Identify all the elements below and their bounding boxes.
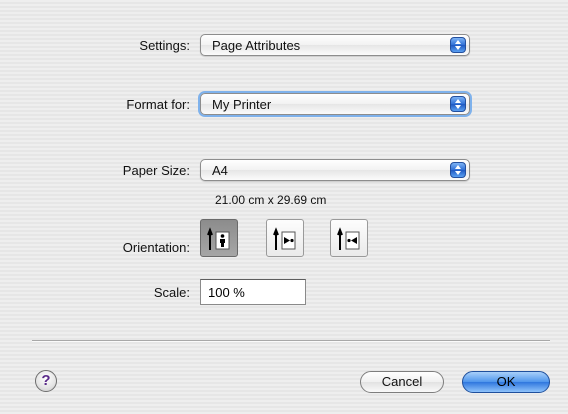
landscape-left-icon bbox=[273, 227, 296, 250]
settings-value: Page Attributes bbox=[212, 38, 301, 53]
cancel-button[interactable]: Cancel bbox=[360, 371, 444, 393]
scale-input[interactable] bbox=[200, 279, 306, 305]
format-for-label: Format for: bbox=[126, 97, 190, 112]
popup-arrows-icon bbox=[450, 37, 466, 53]
settings-label: Settings: bbox=[139, 38, 190, 53]
scale-label: Scale: bbox=[153, 285, 190, 300]
help-icon: ? bbox=[41, 372, 51, 389]
divider bbox=[32, 340, 550, 342]
popup-arrows-icon bbox=[450, 96, 466, 112]
paper-dimensions: 21.00 cm x 29.69 cm bbox=[215, 193, 327, 207]
popup-arrows-icon bbox=[450, 162, 466, 178]
orientation-landscape-right-button[interactable] bbox=[330, 219, 368, 257]
paper-size-label: Paper Size: bbox=[122, 163, 190, 178]
paper-size-value: A4 bbox=[212, 163, 228, 178]
ok-button[interactable]: OK bbox=[462, 371, 550, 393]
orientation-label: Orientation: bbox=[122, 240, 190, 255]
format-for-popup[interactable]: My Printer bbox=[200, 93, 470, 115]
portrait-icon bbox=[207, 227, 230, 250]
orientation-portrait-button[interactable] bbox=[200, 219, 238, 257]
help-button[interactable]: ? bbox=[35, 370, 57, 392]
paper-size-popup[interactable]: A4 bbox=[200, 159, 470, 181]
settings-popup[interactable]: Page Attributes bbox=[200, 34, 470, 56]
orientation-landscape-left-button[interactable] bbox=[266, 219, 304, 257]
landscape-right-icon bbox=[337, 227, 360, 250]
format-for-value: My Printer bbox=[212, 97, 272, 112]
